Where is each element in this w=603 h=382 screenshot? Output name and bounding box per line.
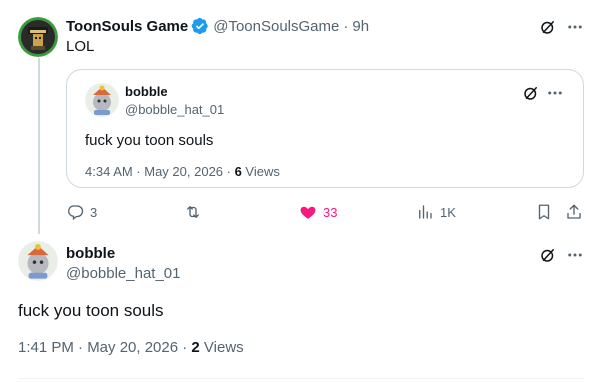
quoted-post-text: fuck you toon souls [85, 132, 214, 149]
repost-button[interactable] [184, 201, 208, 223]
reply-icon [68, 205, 84, 221]
quoted-author-name[interactable]: bobble [125, 84, 168, 99]
quoted-author-handle[interactable]: @bobble_hat_01 [125, 102, 224, 117]
reply-views-count: 2 [191, 339, 200, 356]
more-dots-icon[interactable] [565, 17, 585, 37]
quoted-post-timestamp[interactable]: 4:34 AM · May 20, 2026 · [85, 164, 235, 179]
share-icon [567, 204, 581, 219]
bookmark-icon [538, 204, 550, 220]
reply-author-name[interactable]: bobble [66, 245, 115, 262]
reply-post-timestamp[interactable]: 1:41 PM · May 20, 2026 · [18, 339, 191, 356]
divider [18, 378, 585, 379]
header-separator: · [343, 17, 349, 35]
thread-connector-line [38, 58, 40, 234]
toonsouls-avatar[interactable] [18, 17, 58, 57]
bookmark-button[interactable] [535, 201, 559, 223]
bobble-avatar[interactable] [18, 241, 58, 281]
views-bar-chart-icon [419, 205, 432, 219]
quoted-views-count: 6 [234, 164, 242, 179]
quoted-post-meta: 4:34 AM · May 20, 2026 · 6 Views [85, 164, 280, 179]
more-dots-icon[interactable] [546, 84, 564, 102]
reply-views-label: Views [199, 339, 244, 356]
views-button[interactable]: 1K [416, 201, 456, 223]
author-handle[interactable]: @ToonSoulsGame [213, 18, 339, 35]
quoted-views-label: Views [241, 164, 280, 179]
repost-icon [187, 206, 199, 218]
heart-filled-icon [300, 206, 316, 219]
views-count: 1K [440, 204, 456, 220]
more-dots-icon[interactable] [565, 245, 585, 265]
reply-button[interactable]: 3 [66, 201, 97, 223]
bobble-avatar[interactable] [85, 83, 119, 117]
verified-badge-icon[interactable] [191, 17, 209, 35]
reply-post-meta: 1:41 PM · May 20, 2026 · 2 Views [18, 339, 244, 356]
share-button[interactable] [565, 201, 589, 223]
reply-count: 3 [90, 204, 98, 220]
main-post-header: ToonSouls Game @ToonSoulsGame · 9h [66, 16, 369, 36]
reply-author-handle[interactable]: @bobble_hat_01 [66, 265, 181, 282]
reply-post-text: fuck you toon souls [18, 301, 164, 320]
grok-icon[interactable] [538, 245, 558, 265]
action-bar: 3 33 1K [66, 201, 586, 223]
like-button[interactable]: 33 [299, 201, 337, 223]
author-display-name[interactable]: ToonSouls Game [66, 18, 188, 35]
like-count: 33 [323, 204, 338, 220]
grok-icon[interactable] [522, 84, 540, 102]
main-post-text: LOL [66, 38, 95, 55]
grok-icon[interactable] [538, 17, 558, 37]
post-time[interactable]: 9h [352, 18, 369, 35]
